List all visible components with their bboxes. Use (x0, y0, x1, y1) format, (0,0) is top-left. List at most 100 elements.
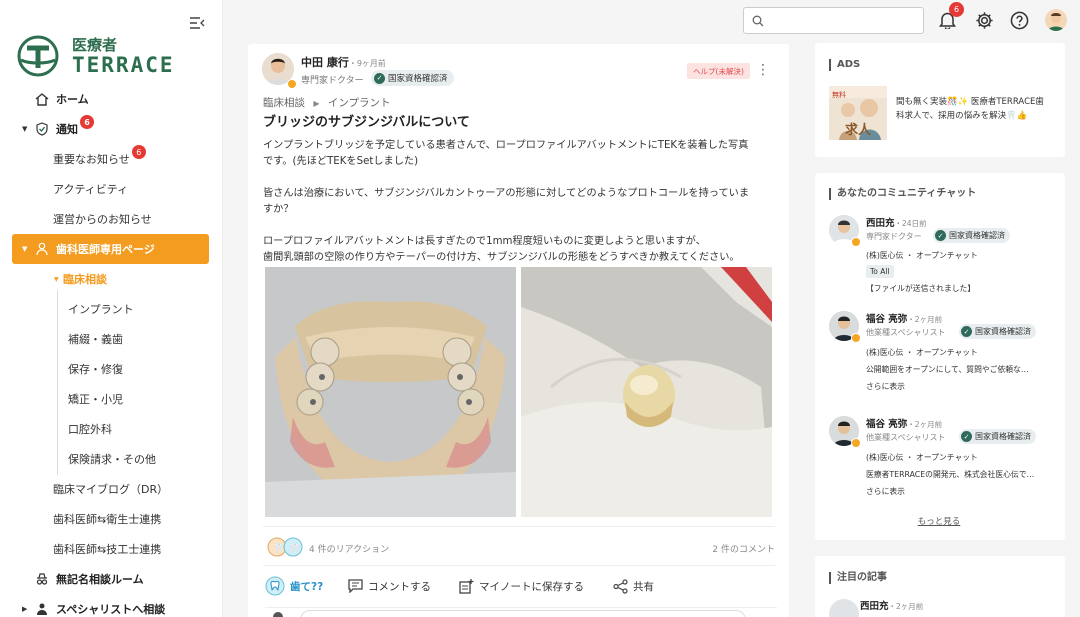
author-role: 専門家ドクター (301, 76, 364, 86)
sidebar-item-label: 保険請求・その他 (68, 453, 156, 466)
breadcrumb-category[interactable]: 臨床相談 (263, 97, 305, 109)
home-icon (34, 91, 50, 107)
svg-text:🦷: 🦷 (273, 542, 284, 554)
divider (265, 607, 777, 608)
post-photo-model[interactable] (265, 267, 516, 517)
user-avatar[interactable] (1045, 9, 1067, 31)
see-more-link[interactable]: もっと見る (815, 515, 1063, 527)
sidebar-item-hygienist[interactable]: 歯科医師⇆衛生士連携 (0, 504, 210, 534)
chat-role: 他業種スペシャリスト (866, 328, 946, 337)
sidebar-item-label: 補綴・義歯 (68, 333, 123, 346)
breadcrumb-subcategory[interactable]: インプラント (328, 97, 391, 109)
sidebar-item-specialist[interactable]: ▶ スペシャリストへ相談 (0, 594, 210, 617)
chat-name-text: 西田充 (866, 218, 895, 229)
sidebar-item-activity[interactable]: アクティビティ (0, 174, 210, 204)
chat-tag: To All (866, 265, 894, 278)
collapse-sidebar-icon[interactable] (189, 15, 207, 31)
author-name[interactable]: 中田 康行・9ヶ月前 (301, 54, 386, 70)
caret-down-icon: ▼ (22, 125, 28, 133)
sidebar-item-label: 重要なお知らせ (53, 153, 130, 166)
author-name-text: 中田 康行 (301, 56, 349, 69)
sidebar-item-home[interactable]: ホーム (0, 84, 210, 114)
more-options-icon[interactable]: ⋮ (756, 62, 770, 80)
reaction-count[interactable]: 4 件のリアクション (309, 542, 389, 555)
sidebar-item-technician[interactable]: 歯科医師⇆技工士連携 (0, 534, 210, 564)
medal-icon (287, 79, 297, 89)
sidebar-item-notice[interactable]: ▼ 通知 6 (0, 114, 210, 144)
show-more-link[interactable]: さらに表示 (866, 486, 905, 497)
sidebar-item-label: 臨床マイブログ（DR） (53, 483, 169, 496)
sidebar-item-label: 臨床相談 (63, 273, 107, 286)
post-photo-abutment[interactable] (521, 267, 772, 517)
featured-heading: 注目の記事 (829, 572, 887, 584)
chat-role: 他業種スペシャリスト (866, 433, 946, 442)
community-heading: あなたのコミュニティチャット (829, 188, 976, 200)
gear-icon[interactable] (973, 9, 995, 31)
medal-icon (851, 237, 861, 247)
post-title: ブリッジのサブジンジバルについて (263, 115, 470, 130)
verified-badge: ✓ 国家資格確認済 (959, 324, 1036, 339)
medal-icon (851, 438, 861, 448)
sidebar-item-label: 口腔外科 (68, 423, 112, 436)
comment-input[interactable] (300, 610, 746, 617)
post-body-line: 皆さんは治療において、サブジンジバルカントゥーアの形態に対してどのようなプロトコ… (263, 188, 750, 199)
comment-count[interactable]: 2 件のコメント (712, 542, 775, 555)
article-author[interactable]: 西田充・2ヶ月前 (860, 598, 923, 612)
chat-item[interactable]: 福谷 亮弥・2ヶ月前 他業種スペシャリスト ✓ 国家資格確認済 (株)医心伝 ・ … (829, 311, 1049, 393)
sidebar-item-important[interactable]: 重要なお知らせ 6 (0, 144, 210, 174)
medal-icon (851, 333, 861, 343)
comment-button[interactable]: コメントする (348, 577, 431, 595)
verified-label: 国家資格確認済 (975, 432, 1031, 441)
chat-item[interactable]: 西田充・24日前 専門家ドクター ✓ 国家資格確認済 (株)医心伝 ・ オープンチ… (829, 215, 1049, 297)
ad-image-text: 求人 (845, 123, 872, 138)
check-icon: ✓ (935, 230, 946, 241)
chat-message: 【ファイルが送信されました】 (866, 284, 976, 293)
sidebar-item-blog[interactable]: 臨床マイブログ（DR） (0, 474, 210, 504)
share-button[interactable]: 共有 (613, 577, 654, 595)
help-icon[interactable] (1008, 9, 1030, 31)
sidebar-item-label: 歯科医師⇆技工士連携 (53, 543, 162, 556)
ad-image[interactable]: 無料 求人 (829, 86, 887, 140)
sidebar-item-restoration[interactable]: 保存・修復 (0, 354, 210, 384)
dentist-person-icon (34, 241, 50, 257)
sidebar-item-ops-notice[interactable]: 運営からのお知らせ (0, 204, 210, 234)
svg-text:🦷: 🦷 (289, 542, 300, 554)
search-input[interactable] (743, 7, 924, 34)
sidebar-item-clinical[interactable]: ▼ 臨床相談 (0, 264, 210, 294)
post-card: 中田 康行・9ヶ月前 専門家ドクター ✓ 国家資格確認済 ヘルプ(未解決) ⋮ 臨… (248, 44, 789, 617)
ad-text[interactable]: 間も無く実装🎊✨ 医療者TERRACE歯科求人で、採用の悩みを解決🦷👍 (896, 95, 1046, 123)
sidebar-item-anonymous[interactable]: 無記名相談ルーム (0, 564, 210, 594)
show-more-link[interactable]: さらに表示 (866, 381, 905, 392)
ads-heading: ADS (829, 59, 860, 71)
sidebar-item-oral-surgery[interactable]: 口腔外科 (0, 414, 210, 444)
logo-text-bottom: TERRACE (72, 53, 175, 77)
react-button[interactable]: 歯て?? (265, 576, 324, 596)
caret-right-icon: ▶ (22, 605, 28, 613)
post-time: ・9ヶ月前 (348, 59, 386, 68)
react-button-label: 歯て?? (290, 580, 324, 593)
sidebar-item-label: 保存・修復 (68, 363, 123, 376)
sidebar-item-label: 歯科医師専用ページ (56, 243, 155, 256)
logo-text-top: 医療者 (72, 36, 118, 54)
chat-group: (株)医心伝 ・ オープンチャット (866, 251, 978, 260)
sidebar-item-dentist-page[interactable]: ▼ 歯科医師専用ページ (12, 234, 209, 264)
sidebar-item-orthodontics[interactable]: 矯正・小児 (0, 384, 210, 414)
chat-name: 西田充・24日前 (866, 215, 927, 229)
sidebar-item-label: 矯正・小児 (68, 393, 123, 406)
logo[interactable]: 医療者 TERRACE (16, 34, 186, 78)
sidebar-item-implant[interactable]: インプラント (0, 294, 210, 324)
sidebar-item-insurance[interactable]: 保険請求・その他 (0, 444, 210, 474)
comment-icon (348, 579, 363, 593)
search-icon (752, 15, 764, 27)
sidebar-item-label: 運営からのお知らせ (53, 213, 152, 226)
post-body-line: インプラントブリッジを予定している患者さんで、ロープロファイルアバットメントにT… (263, 140, 749, 151)
tooth-reaction-icon[interactable]: 🦷 🦷 (267, 536, 305, 562)
chat-name-text: 福谷 亮弥 (866, 419, 908, 430)
sidebar-item-prosthetics[interactable]: 補綴・義歯 (0, 324, 210, 354)
share-button-label: 共有 (633, 580, 654, 593)
chat-name: 福谷 亮弥・2ヶ月前 (866, 311, 942, 325)
check-icon: ✓ (961, 431, 972, 442)
post-body-line: ロープロファイルアバットメントは長すぎたので1mm程度短いものに変更しようと思い… (263, 236, 706, 247)
chat-item[interactable]: 福谷 亮弥・2ヶ月前 他業種スペシャリスト ✓ 国家資格確認済 (株)医心伝 ・ … (829, 416, 1049, 498)
save-note-button[interactable]: マイノートに保存する (459, 577, 584, 595)
